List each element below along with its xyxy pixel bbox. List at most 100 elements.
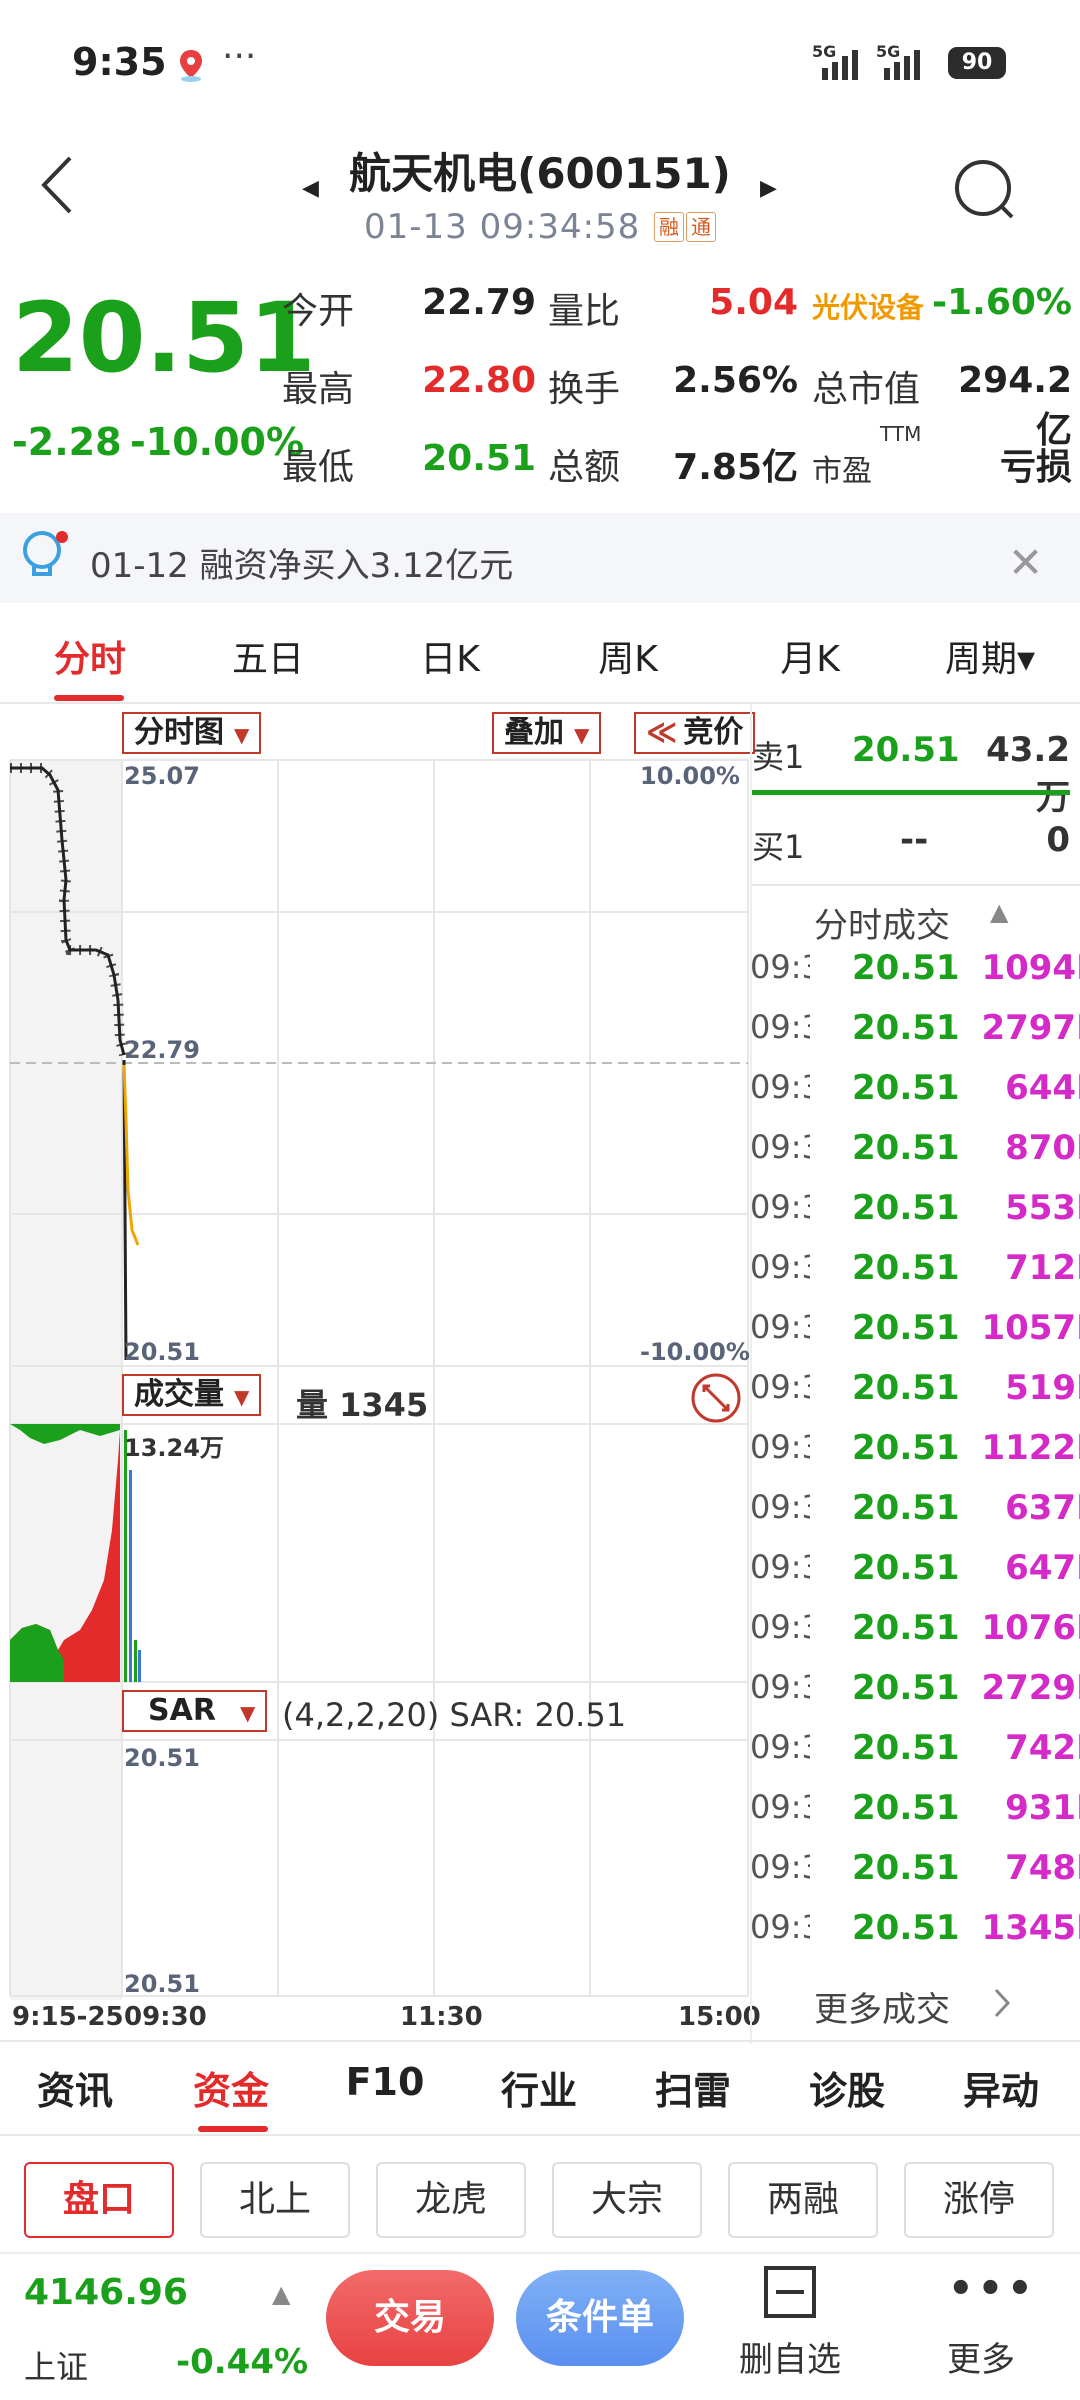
auction-label: 竞价 — [683, 715, 744, 750]
notice-text: 01-12 融资净买入3.12亿元 — [90, 546, 514, 586]
tab-risk-scan[interactable]: 扫雷 — [638, 2060, 748, 2115]
tab-monthly-k[interactable]: 月K — [750, 630, 870, 682]
trade-time: 09:34 — [750, 1128, 810, 1166]
conditional-order-button[interactable]: 条件单 — [516, 2270, 684, 2366]
tab-weekly-k[interactable]: 周K — [568, 630, 688, 682]
time-axis-auction: 9:15-25 — [12, 2002, 124, 2032]
lightbulb-icon — [23, 531, 68, 576]
trades-list[interactable]: 09:34 20.51 1094B 09:34 20.51 2797B 09:34 20.… — [750, 948, 1080, 1968]
status-more-icon: ··· — [222, 36, 257, 77]
time-axis-midday: 11:30 — [400, 2002, 483, 2032]
status-bar: 9:35 ··· 5G 5G 90 — [0, 0, 1080, 125]
next-stock-icon[interactable]: ▶ — [760, 176, 777, 201]
sar-axis-top: 20.51 — [124, 1744, 200, 1772]
more-icon[interactable]: ••• — [948, 2266, 1037, 2312]
trade-volume: 553B — [1005, 1188, 1080, 1228]
more-trades-link[interactable]: 更多成交 — [814, 1982, 950, 2031]
tab-daily-k[interactable]: 日K — [390, 630, 510, 682]
sar-indicator-select[interactable]: SAR ▼ — [122, 1690, 268, 1732]
quote-label-high: 最高 — [282, 369, 355, 410]
tab-news[interactable]: 资讯 — [20, 2060, 130, 2115]
trade-price: 20.51 — [852, 1908, 960, 1948]
chevron-up-icon[interactable]: ▲ — [272, 2280, 290, 2308]
remove-watchlist-label[interactable]: 删自选 — [730, 2332, 850, 2381]
volume-indicator-label: 成交量 — [134, 1377, 224, 1412]
quote-label-low: 最低 — [282, 447, 355, 488]
trade-price: 20.51 — [852, 1788, 960, 1828]
more-label[interactable]: 更多 — [926, 2332, 1036, 2381]
trade-button[interactable]: 交易 — [326, 2270, 494, 2366]
tab-intraday[interactable]: 分时 — [30, 630, 150, 682]
trade-volume: 644B — [1005, 1068, 1080, 1108]
buy1-price: -- — [900, 820, 929, 860]
quote-label-open: 今开 — [282, 291, 355, 332]
trade-row: 09:34 20.51 519B — [750, 1368, 1080, 1428]
sell1-price: 20.51 — [852, 730, 960, 770]
trade-time: 09:34 — [750, 1668, 810, 1706]
subtab-dragon-tiger[interactable]: 龙虎 — [376, 2162, 526, 2238]
trade-time: 09:34 — [750, 948, 810, 986]
subtab-block-trade[interactable]: 大宗 — [552, 2162, 702, 2238]
trade-price: 20.51 — [852, 1848, 960, 1888]
subtab-limit-up[interactable]: 涨停 — [904, 2162, 1054, 2238]
trade-row: 09:34 20.51 742B — [750, 1728, 1080, 1788]
close-icon[interactable]: ✕ — [1008, 538, 1043, 587]
quote-value-pe: 亏损 — [999, 447, 1072, 488]
trade-row: 09:34 20.51 1057B — [750, 1308, 1080, 1368]
tab-funds[interactable]: 资金 — [176, 2060, 286, 2115]
trade-row: 09:34 20.51 553B — [750, 1188, 1080, 1248]
index-value[interactable]: 4146.96 — [24, 2272, 188, 2313]
tab-period[interactable]: 周期▾ — [920, 630, 1060, 682]
expand-icon[interactable] — [690, 1372, 742, 1424]
price-axis-mid: 22.79 — [124, 1036, 200, 1064]
chevron-right-icon[interactable] — [990, 1986, 1014, 2020]
search-icon[interactable] — [950, 155, 1020, 225]
tab-movement[interactable]: 异动 — [946, 2060, 1056, 2115]
trade-price: 20.51 — [852, 1068, 960, 1108]
chevron-up-icon[interactable]: ▲ — [990, 898, 1008, 926]
info-tab-active-indicator — [198, 2126, 268, 2132]
signal-icon — [822, 50, 858, 80]
tab-f10[interactable]: F10 — [330, 2060, 440, 2104]
trade-row: 09:34 20.51 931B — [750, 1788, 1080, 1848]
back-icon[interactable] — [36, 150, 80, 220]
time-axis-close: 15:00 — [678, 2002, 761, 2032]
quote-value-turnover: 2.56% — [673, 360, 798, 401]
overlay-select[interactable]: 叠加 ▼ — [492, 712, 602, 754]
trade-row: 09:34 20.51 2729B — [750, 1668, 1080, 1728]
trade-volume: 637B — [1005, 1488, 1080, 1528]
collapse-icon: ≪ — [646, 715, 678, 750]
intraday-chart-select[interactable]: 分时图 ▼ — [122, 712, 262, 754]
auction-toggle[interactable]: ≪ 竞价 — [634, 712, 756, 754]
remove-watchlist-icon[interactable] — [762, 2264, 818, 2320]
sector-name[interactable]: 光伏设备 — [812, 286, 924, 326]
trade-volume: 1094B — [981, 948, 1080, 988]
trade-price: 20.51 — [852, 1488, 960, 1528]
current-price: 20.51 — [12, 282, 316, 394]
trade-volume: 742B — [1005, 1728, 1080, 1768]
info-tabs-divider-top — [0, 2040, 1080, 2042]
intraday-chart-label: 分时图 — [134, 715, 224, 750]
subtab-northbound[interactable]: 北上 — [200, 2162, 350, 2238]
subtab-margin[interactable]: 两融 — [728, 2162, 878, 2238]
subtab-orderbook[interactable]: 盘口 — [24, 2162, 174, 2238]
trade-volume: 647B — [1005, 1548, 1080, 1588]
intraday-chart[interactable] — [0, 704, 750, 2004]
overlay-label: 叠加 — [504, 715, 564, 750]
chevron-down-icon: ▼ — [574, 723, 590, 747]
volume-axis-top: 13.24万 — [124, 1434, 224, 1462]
tab-diagnosis[interactable]: 诊股 — [792, 2060, 902, 2115]
connect-badge: 通 — [686, 212, 716, 242]
trade-price: 20.51 — [852, 1428, 960, 1468]
trade-volume: 1122B — [981, 1428, 1080, 1468]
tab-industry[interactable]: 行业 — [484, 2060, 594, 2115]
trade-volume: 870B — [1005, 1128, 1080, 1168]
tab-five-day[interactable]: 五日 — [208, 630, 328, 682]
trade-price: 20.51 — [852, 1548, 960, 1588]
trade-volume: 748B — [1005, 1848, 1080, 1888]
trade-time: 09:34 — [750, 1308, 810, 1346]
quote-value-volume-ratio: 5.04 — [709, 282, 798, 323]
volume-indicator-select[interactable]: 成交量 ▼ — [122, 1374, 262, 1416]
trade-time: 09:34 — [750, 1608, 810, 1646]
status-time: 9:35 — [72, 40, 167, 84]
